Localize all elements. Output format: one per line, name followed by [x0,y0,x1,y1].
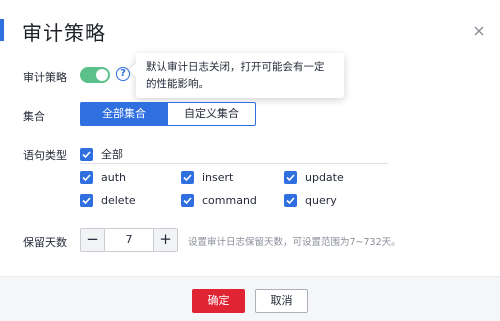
dialog-header: 审计策略 [0,16,500,50]
checkbox-label: update [305,171,344,184]
segment-custom-collections[interactable]: 自定义集合 [168,102,256,126]
checkbox-label: command [202,194,257,207]
checkbox-checked-icon [80,147,93,161]
checkbox-update[interactable]: update [284,171,344,184]
tooltip-arrow [128,62,144,78]
checkbox-label: 全部 [101,148,123,161]
cancel-button[interactable]: 取消 [255,289,308,313]
toggle-knob [96,69,108,81]
collection-selector: 全部集合 自定义集合 [80,102,256,126]
audit-toggle[interactable] [80,67,110,83]
retention-days-input[interactable]: 7 [105,229,153,251]
decrement-button[interactable]: − [81,229,105,251]
retention-label: 保留天数 [23,236,67,249]
checkbox-checked-icon [80,194,93,207]
checkbox-label: delete [101,194,136,207]
checkbox-checked-icon [181,194,194,207]
checkbox-query[interactable]: query [284,194,337,207]
checkbox-checked-icon [181,171,194,184]
close-icon[interactable] [472,24,486,38]
tooltip-text: 默认审计日志关闭，打开可能会有一定的性能影响。 [146,61,325,90]
checkbox-delete[interactable]: delete [80,194,136,207]
dialog-title: 审计策略 [22,21,106,45]
audit-policy-label: 审计策略 [23,71,67,84]
checkbox-all[interactable]: 全部 [80,146,123,162]
retention-stepper: − 7 + [80,228,178,252]
collection-label: 集合 [23,110,45,123]
title-accent-bar [0,19,4,41]
segment-all-collections[interactable]: 全部集合 [80,102,168,126]
checkbox-checked-icon [80,171,93,184]
audit-policy-dialog: 审计策略 审计策略 ? 默认审计日志关闭，打开可能会有一定的性能影响。 集合 全… [0,0,500,321]
checkbox-label: query [305,194,337,207]
dialog-footer: 确定 取消 [0,276,500,321]
checkbox-command[interactable]: command [181,194,257,207]
statement-type-label: 语句类型 [23,149,67,162]
checkbox-label: insert [202,171,234,184]
increment-button[interactable]: + [153,229,177,251]
checkbox-checked-icon [284,194,297,207]
checkbox-insert[interactable]: insert [181,171,233,184]
checkbox-checked-icon [284,171,297,184]
divider [80,163,388,164]
help-tooltip: 默认审计日志关闭，打开可能会有一定的性能影响。 [128,53,344,98]
confirm-button[interactable]: 确定 [192,289,245,313]
checkbox-auth[interactable]: auth [80,171,126,184]
retention-hint: 设置审计日志保留天数，可设置范围为7~732天。 [188,237,401,248]
checkbox-label: auth [101,171,126,184]
